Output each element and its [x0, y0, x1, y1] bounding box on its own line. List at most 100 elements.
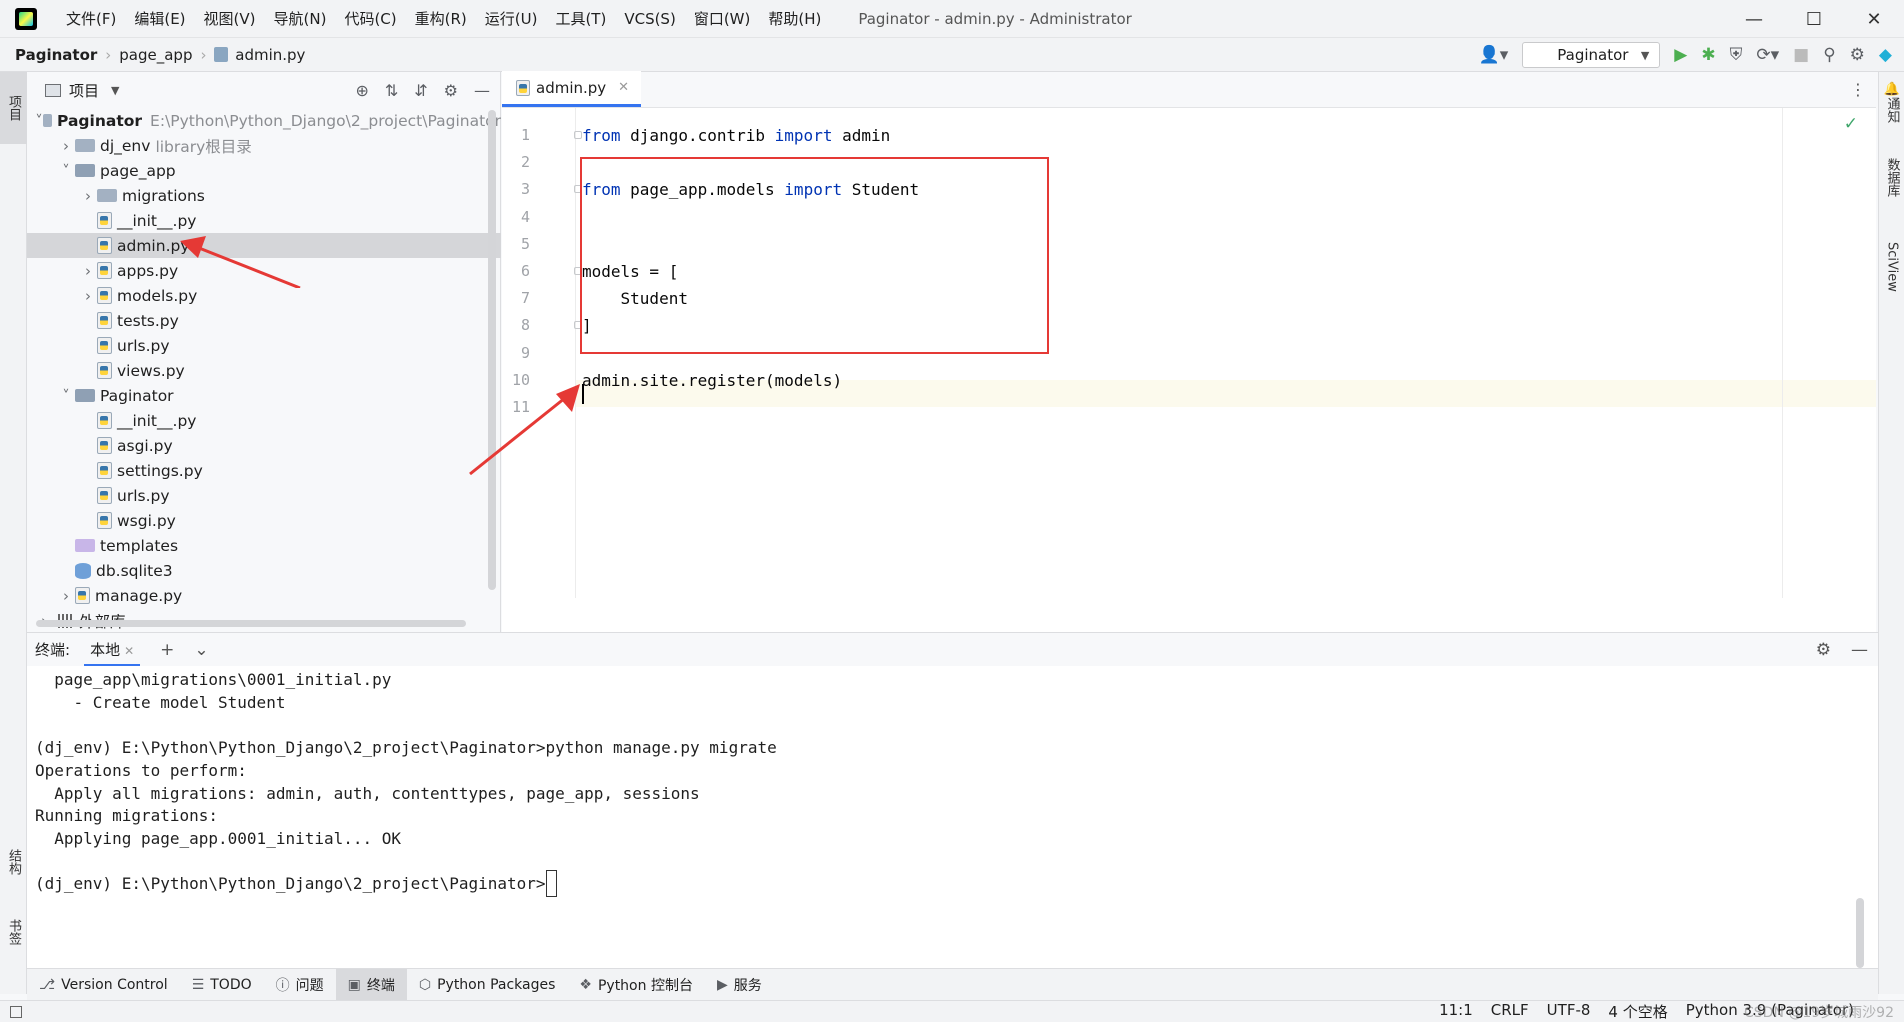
- menu-item[interactable]: 编辑(E): [125, 0, 194, 38]
- menu-item[interactable]: VCS(S): [615, 0, 684, 38]
- tree-item[interactable]: › manage.py: [27, 583, 501, 608]
- menu-item[interactable]: 窗口(W): [685, 0, 760, 38]
- file-encoding[interactable]: UTF-8: [1547, 1001, 1591, 1022]
- minimize-icon[interactable]: —: [1724, 0, 1784, 38]
- jetbrains-icon[interactable]: ◆: [1879, 45, 1892, 65]
- tree-item[interactable]: › dj_env library根目录: [27, 133, 501, 158]
- terminal-scrollbar[interactable]: [1856, 898, 1864, 968]
- close-tab-icon[interactable]: ✕: [618, 80, 629, 95]
- menu-item[interactable]: 帮助(H): [759, 0, 830, 38]
- breadcrumb-project[interactable]: Paginator: [15, 46, 97, 64]
- notifications-tool-tab[interactable]: 🔔 通知: [1879, 72, 1904, 132]
- chevron-right-icon[interactable]: ›: [79, 187, 97, 205]
- gear-icon[interactable]: ⚙: [1816, 640, 1831, 660]
- project-scrollbar[interactable]: [488, 110, 496, 590]
- menu-item[interactable]: 工具(T): [546, 0, 615, 38]
- user-icon[interactable]: 👤▾: [1479, 45, 1509, 65]
- breadcrumb-file[interactable]: admin.py: [214, 46, 305, 64]
- tree-item-label: __init__.py: [117, 211, 197, 230]
- database-tool-tab[interactable]: 数据库: [1879, 142, 1904, 212]
- tree-item[interactable]: wsgi.py: [27, 508, 501, 533]
- profile-icon[interactable]: ⟳▾: [1756, 45, 1779, 65]
- menu-item[interactable]: 导航(N): [265, 0, 336, 38]
- chevron-right-icon[interactable]: ›: [79, 287, 97, 305]
- terminal-output[interactable]: page_app\migrations\0001_initial.py - Cr…: [27, 666, 1878, 968]
- tree-item[interactable]: __init__.py: [27, 408, 501, 433]
- more-options-icon[interactable]: ⋮: [1850, 80, 1866, 99]
- tool-window-button[interactable]: ⓘ 问题: [264, 969, 336, 1001]
- tree-item[interactable]: ˅ Paginator E:\Python\Python_Django\2_proj…: [27, 108, 501, 133]
- tool-window-label: TODO: [210, 976, 252, 993]
- tool-window-label: 问题: [295, 977, 324, 994]
- chevron-right-icon[interactable]: ›: [57, 587, 75, 605]
- tree-item[interactable]: tests.py: [27, 308, 501, 333]
- coverage-icon[interactable]: ⛨: [1730, 45, 1743, 65]
- line-separator[interactable]: CRLF: [1491, 1001, 1529, 1022]
- project-panel-title[interactable]: 项目: [69, 80, 99, 101]
- bookmarks-tool-tab[interactable]: 书签: [0, 902, 27, 962]
- search-icon[interactable]: ⚲: [1823, 45, 1835, 65]
- structure-tool-tab[interactable]: 结构: [0, 832, 27, 892]
- chevron-down-icon[interactable]: ˅: [35, 112, 43, 130]
- tool-window-button[interactable]: ▶ 服务: [705, 969, 774, 1001]
- indent-setting[interactable]: 4 个空格: [1608, 1001, 1667, 1022]
- tree-item[interactable]: urls.py: [27, 333, 501, 358]
- project-tool-tab-label: 项目: [6, 95, 21, 121]
- gear-icon[interactable]: ⚙: [444, 81, 458, 100]
- tool-window-button[interactable]: ⬡ Python Packages: [407, 969, 568, 1001]
- chevron-down-icon[interactable]: ˅: [57, 387, 75, 405]
- tree-item[interactable]: db.sqlite3: [27, 558, 501, 583]
- run-icon[interactable]: ▶: [1674, 45, 1687, 65]
- menu-item[interactable]: 运行(U): [476, 0, 547, 38]
- tree-item[interactable]: › migrations: [27, 183, 501, 208]
- module-folder-icon: [75, 389, 95, 402]
- tool-window-button[interactable]: ▣ 终端: [335, 968, 407, 1001]
- maximize-icon[interactable]: ☐: [1784, 0, 1844, 38]
- locate-icon[interactable]: ⊕: [355, 81, 368, 100]
- breadcrumb-folder[interactable]: page_app: [119, 46, 192, 64]
- chevron-right-icon[interactable]: ›: [79, 262, 97, 280]
- menu-item[interactable]: 代码(C): [335, 0, 405, 38]
- tree-item[interactable]: asgi.py: [27, 433, 501, 458]
- annotation-arrow-tree: [180, 236, 301, 288]
- tool-window-button[interactable]: ❖ Python 控制台: [567, 969, 705, 1001]
- menu-item[interactable]: 文件(F): [57, 0, 125, 38]
- hide-icon[interactable]: —: [474, 81, 490, 100]
- tool-window-button[interactable]: ☰ TODO: [180, 969, 264, 1001]
- no-problems-check-icon[interactable]: ✓: [1844, 114, 1858, 134]
- run-config-select[interactable]: Paginator ▼: [1522, 42, 1661, 68]
- menu-item[interactable]: 重构(R): [406, 0, 476, 38]
- chevron-down-icon[interactable]: ▼: [111, 84, 119, 97]
- project-panel-actions: ⊕ ⇅ ⇵ ⚙ —: [355, 72, 490, 108]
- stop-icon[interactable]: ■: [1793, 45, 1809, 65]
- layout-icon[interactable]: [10, 1005, 22, 1018]
- project-horizontal-scrollbar[interactable]: [36, 620, 466, 627]
- collapse-all-icon[interactable]: ⇵: [414, 81, 427, 100]
- tree-item[interactable]: views.py: [27, 358, 501, 383]
- tree-item-label: manage.py: [95, 586, 183, 605]
- cursor-position[interactable]: 11:1: [1439, 1001, 1473, 1022]
- chevron-right-icon[interactable]: ›: [57, 137, 75, 155]
- breadcrumb: Paginator › page_app › admin.py: [15, 46, 305, 64]
- project-tool-tab[interactable]: 项目: [0, 72, 27, 144]
- sciview-tool-tab[interactable]: SciView: [1879, 222, 1904, 312]
- terminal-tab-local[interactable]: 本地 ✕: [84, 633, 141, 667]
- tree-item[interactable]: ˅ page_app: [27, 158, 501, 183]
- add-terminal-icon[interactable]: +: [160, 640, 174, 660]
- editor-tab-admin[interactable]: admin.py ✕: [502, 71, 642, 107]
- tree-item[interactable]: templates: [27, 533, 501, 558]
- tree-item[interactable]: ˅ Paginator: [27, 383, 501, 408]
- hide-icon[interactable]: —: [1851, 640, 1868, 660]
- fold-marker-icon[interactable]: [574, 131, 582, 139]
- chevron-down-icon[interactable]: ⌄: [194, 640, 208, 660]
- tool-window-button[interactable]: ⎇ Version Control: [27, 969, 180, 1001]
- close-tab-icon[interactable]: ✕: [124, 644, 134, 658]
- tree-item[interactable]: urls.py: [27, 483, 501, 508]
- expand-all-icon[interactable]: ⇅: [385, 81, 398, 100]
- chevron-down-icon[interactable]: ˅: [57, 162, 75, 180]
- debug-icon[interactable]: ✱: [1701, 45, 1715, 65]
- menu-item[interactable]: 视图(V): [195, 0, 265, 38]
- gear-icon[interactable]: ⚙: [1850, 45, 1865, 65]
- close-icon[interactable]: ✕: [1844, 0, 1904, 38]
- tree-item[interactable]: settings.py: [27, 458, 501, 483]
